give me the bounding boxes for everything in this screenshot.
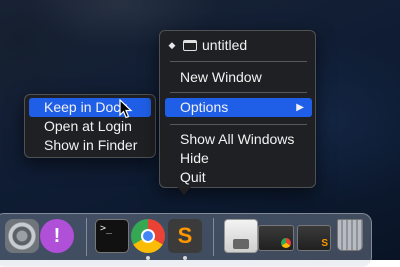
running-indicator [183, 256, 187, 260]
feedback-assistant-icon[interactable]: ! [40, 219, 74, 253]
open-at-login-menu-item[interactable]: Open at Login [44, 117, 132, 136]
submenu-arrow-icon: ▶ [296, 102, 304, 113]
window-list-item[interactable]: ◆ untitled [166, 36, 311, 55]
chrome-icon[interactable] [131, 219, 165, 253]
running-indicator [146, 256, 150, 260]
trash-icon[interactable] [337, 219, 363, 251]
dock-context-menu: ◆ untitled New Window Options ▶ Show All… [159, 30, 316, 195]
preview-icon[interactable] [224, 219, 258, 253]
menu-separator [170, 92, 307, 93]
system-preferences-icon[interactable] [5, 219, 39, 253]
menu-pointer-caret [177, 187, 191, 195]
quit-menu-item[interactable]: Quit [180, 168, 206, 187]
sublime-window-thumbnail-icon[interactable]: S [297, 225, 331, 251]
new-window-label: New Window [180, 69, 262, 85]
show-all-windows-label: Show All Windows [180, 131, 295, 147]
menu-separator [170, 61, 307, 62]
options-submenu: Keep in Dock Open at Login Show in Finde… [24, 94, 156, 158]
sublime-badge-icon: S [321, 238, 328, 249]
options-label: Options [180, 99, 229, 115]
show-in-finder-label: Show in Finder [44, 137, 138, 153]
show-all-windows-menu-item[interactable]: Show All Windows [180, 130, 294, 149]
dock-divider [213, 218, 214, 256]
menu-separator [170, 124, 307, 125]
show-in-finder-menu-item[interactable]: Show in Finder [44, 136, 137, 155]
window-icon [183, 40, 197, 51]
quit-label: Quit [180, 169, 206, 185]
chrome-center [141, 229, 155, 243]
window-title: untitled [202, 37, 248, 53]
new-window-menu-item[interactable]: New Window [180, 68, 262, 87]
diamond-icon: ◆ [168, 40, 176, 50]
options-menu-item[interactable]: Options ▶ [165, 98, 312, 117]
chrome-window-thumbnail-icon[interactable] [258, 225, 294, 251]
keep-in-dock-label: Keep in Dock [44, 99, 128, 115]
sublime-text-icon[interactable]: S [168, 219, 202, 253]
preview-tag [233, 239, 249, 249]
dock-divider [86, 218, 87, 256]
terminal-icon[interactable]: >_ [95, 219, 129, 253]
chrome-badge-icon [281, 238, 291, 248]
hide-label: Hide [180, 150, 209, 166]
hide-menu-item[interactable]: Hide [180, 149, 209, 168]
mouse-pointer-icon [119, 99, 133, 119]
open-at-login-label: Open at Login [44, 118, 132, 134]
